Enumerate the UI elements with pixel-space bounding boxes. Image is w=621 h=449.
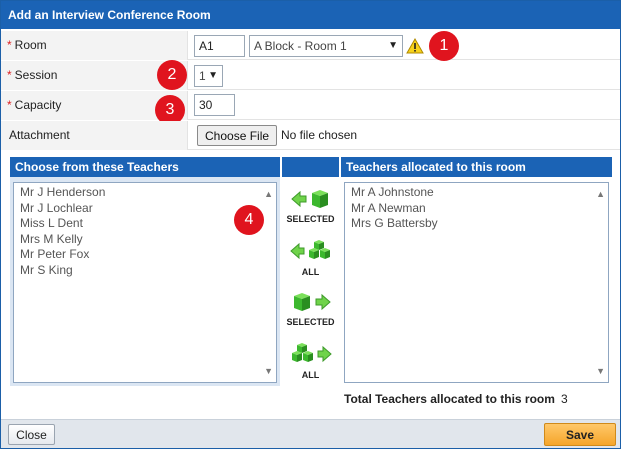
arrow-left-cube-icon <box>290 190 328 208</box>
move-column-header <box>282 157 339 177</box>
session-select[interactable]: 1 ▼ <box>194 65 223 87</box>
add-all-label: ALL <box>301 370 320 380</box>
attachment-label-cell: Attachment <box>1 121 188 150</box>
chevron-down-icon: ▼ <box>208 70 218 81</box>
allocated-teacher-item[interactable]: Mrs G Battersby <box>345 216 608 232</box>
attachment-row: Attachment Choose File No file chosen <box>1 121 620 150</box>
remove-selected-label: SELECTED <box>286 214 335 224</box>
room-select[interactable]: A Block - Room 1 ▼ <box>249 35 403 57</box>
available-teacher-item[interactable]: Mr Peter Fox <box>14 247 276 263</box>
arrow-left-cubes-icon <box>289 240 330 260</box>
remove-selected-button[interactable]: SELECTED <box>282 188 339 224</box>
allocated-teachers-list[interactable]: Mr A Johnstone Mr A Newman Mrs G Battersby… <box>344 182 609 383</box>
attachment-label: Attachment <box>9 128 70 142</box>
chevron-down-icon: ▼ <box>388 40 398 51</box>
total-allocated-label: Total Teachers allocated to this room <box>344 392 555 406</box>
annotation-badge-2: 2 <box>157 60 187 90</box>
dialog-title: Add an Interview Conference Room <box>1 1 620 29</box>
cubes-arrow-right-icon <box>291 343 332 363</box>
required-marker: * <box>7 98 12 112</box>
attachment-field: Choose File No file chosen <box>189 121 620 150</box>
capacity-field <box>189 91 620 120</box>
room-row: *Room A Block - Room 1 ▼ 1 <box>1 31 620 61</box>
move-buttons: SELECTED ALL SELECTED ALL <box>282 181 339 386</box>
required-marker: * <box>7 38 12 52</box>
session-select-value: 1 <box>199 69 206 83</box>
capacity-input[interactable] <box>194 94 235 116</box>
add-selected-button[interactable]: SELECTED <box>282 291 339 327</box>
required-marker: * <box>7 68 12 82</box>
room-label: Room <box>14 38 47 52</box>
room-select-value: A Block - Room 1 <box>254 39 347 53</box>
annotation-badge-4: 4 <box>234 205 264 235</box>
total-allocated-count: 3 <box>560 392 568 406</box>
session-field: 1 ▼ <box>189 61 620 90</box>
dialog-footer: Close Save <box>1 419 620 448</box>
available-teacher-item[interactable]: Mr S King <box>14 263 276 279</box>
available-teachers-header: Choose from these Teachers <box>10 157 280 177</box>
available-teacher-item[interactable]: Mr J Henderson <box>14 185 276 201</box>
allocated-teacher-item[interactable]: Mr A Newman <box>345 201 608 217</box>
scroll-up-icon[interactable]: ▲ <box>264 189 273 199</box>
room-field: A Block - Room 1 ▼ 1 <box>189 31 620 61</box>
allocated-teachers-header: Teachers allocated to this room <box>341 157 612 177</box>
annotation-badge-1: 1 <box>429 31 459 61</box>
scroll-up-icon[interactable]: ▲ <box>596 189 605 199</box>
remove-all-button[interactable]: ALL <box>282 239 339 277</box>
cube-arrow-right-icon <box>293 293 331 311</box>
scroll-down-icon[interactable]: ▼ <box>264 366 273 376</box>
room-code-input[interactable] <box>194 35 245 57</box>
scroll-down-icon[interactable]: ▼ <box>596 366 605 376</box>
session-row: * Session 1 ▼ 2 <box>1 60 620 90</box>
save-button[interactable]: Save <box>544 423 616 446</box>
close-button[interactable]: Close <box>8 424 55 445</box>
capacity-row: * Capacity 3 <box>1 91 620 125</box>
available-teacher-item[interactable]: Mrs M Kelly <box>14 232 276 248</box>
choose-file-button[interactable]: Choose File <box>197 125 278 146</box>
warning-icon <box>406 38 424 54</box>
dialog: Add an Interview Conference Room * Room A… <box>0 0 621 449</box>
allocated-teacher-item[interactable]: Mr A Johnstone <box>345 185 608 201</box>
allocated-teachers-panel: Mr A Johnstone Mr A Newman Mrs G Battersby… <box>341 177 612 386</box>
room-label-cell: * Room <box>1 31 188 60</box>
total-allocated: Total Teachers allocated to this room 3 <box>344 392 568 406</box>
add-selected-label: SELECTED <box>286 317 335 327</box>
capacity-label: Capacity <box>14 98 62 112</box>
session-label: Session <box>14 68 58 82</box>
remove-all-label: ALL <box>301 267 320 277</box>
file-status: No file chosen <box>281 128 358 142</box>
add-all-button[interactable]: ALL <box>282 342 339 380</box>
